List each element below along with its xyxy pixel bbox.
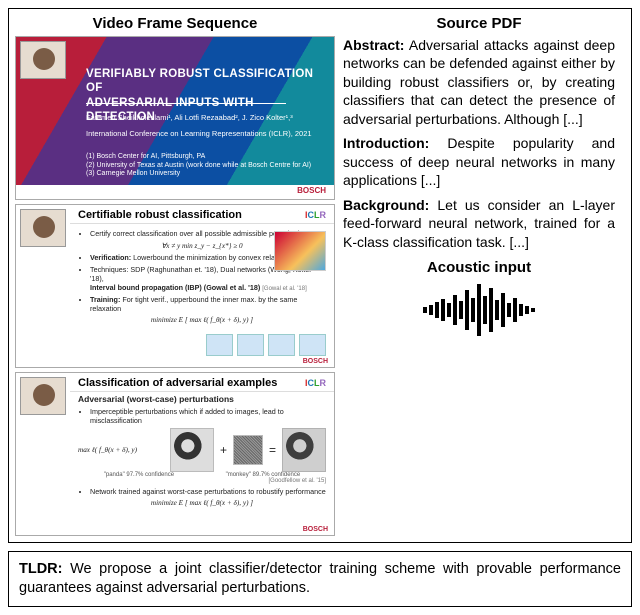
waveform-bar <box>429 305 433 315</box>
slide3-bullet-1: Imperceptible perturbations which if add… <box>90 407 326 425</box>
waveform-bar <box>423 307 427 313</box>
video-frame-3: Classification of adversarial examples I… <box>15 372 335 536</box>
slide2-illustration <box>274 231 326 271</box>
waveform-bar <box>501 293 505 327</box>
pdf-excerpt: Abstract: Adversarial attacks against de… <box>343 36 615 251</box>
figure-main: Video Frame Sequence VERIFIABLY ROBUST C… <box>8 8 632 543</box>
slide1-rule <box>86 103 286 104</box>
slide3-ref: [Goodfellow et al. '15] <box>78 478 326 484</box>
video-frame-1: VERIFIABLY ROBUST CLASSIFICATION OF ADVE… <box>15 36 335 200</box>
waveform-bar <box>507 303 511 317</box>
webcam-thumbnail <box>20 41 66 79</box>
waveform-bar <box>519 304 523 316</box>
iclr-logo: ICLR <box>305 210 326 220</box>
slide3-bullet-2: Network trained against worst-case pertu… <box>90 487 326 496</box>
waveform-bar <box>483 296 487 324</box>
waveform-bar <box>465 290 469 330</box>
noise-patch <box>233 435 263 465</box>
video-column: Video Frame Sequence VERIFIABLY ROBUST C… <box>15 15 335 536</box>
slide2-math-2: minimize E [ max ℓ( f_θ(x + δ), y) ] <box>78 316 326 324</box>
waveform-bar <box>471 298 475 322</box>
bosch-logo: BOSCH <box>303 526 328 533</box>
top-row: Video Frame Sequence VERIFIABLY ROBUST C… <box>15 15 625 536</box>
slide1-footer-bar <box>16 185 334 199</box>
slide2-body: Certifiable robust classification ICLR C… <box>70 205 334 367</box>
waveform-bar <box>489 288 493 332</box>
right-column: Source PDF Abstract: Adversarial attacks… <box>343 15 615 536</box>
slide3-title: Classification of adversarial examples <box>78 377 277 389</box>
tldr-text: We propose a joint classifier/detector t… <box>19 561 621 596</box>
video-frame-2: Certifiable robust classification ICLR C… <box>15 204 335 368</box>
slide3-math-2: minimize E [ max ℓ( f_θ(x + δ), y) ] <box>78 499 326 507</box>
tldr-label: TLDR: <box>19 561 63 577</box>
waveform-bar <box>441 299 445 321</box>
affil-2: (2) University of Texas at Austin (work … <box>86 162 311 169</box>
webcam-thumbnail <box>20 209 66 247</box>
plus-icon: + <box>220 443 227 457</box>
waveform-bar <box>435 302 439 318</box>
slide2-title: Certifiable robust classification <box>78 209 242 221</box>
waveform-bar <box>495 300 499 320</box>
waveform-icon <box>343 282 615 338</box>
equals-icon: = <box>269 443 276 457</box>
slide1-title-l1: VERIFIABLY ROBUST CLASSIFICATION OF <box>86 68 313 94</box>
waveform-bar <box>525 306 529 314</box>
iclr-logo: ICLR <box>305 378 326 388</box>
waveform-bar <box>531 308 535 312</box>
waveform-bar <box>453 295 457 325</box>
video-column-title: Video Frame Sequence <box>15 15 335 32</box>
tldr-box: TLDR: We propose a joint classifier/dete… <box>8 551 632 607</box>
waveform-bar <box>447 303 451 317</box>
webcam-thumbnail <box>20 377 66 415</box>
affil-1: (1) Bosch Center for AI, Pittsburgh, PA <box>86 153 205 160</box>
affil-3: (3) Carnegie Mellon University <box>86 170 180 177</box>
video-thumbnail-stack: VERIFIABLY ROBUST CLASSIFICATION OF ADVE… <box>15 36 335 536</box>
waveform-bar <box>513 298 517 322</box>
bosch-logo: BOSCH <box>303 358 328 365</box>
pdf-column-title: Source PDF <box>343 15 615 32</box>
waveform-bar <box>459 301 463 319</box>
slide2-ibp-diagram <box>206 329 326 361</box>
panda-image-adv <box>282 428 326 472</box>
slide1-authors: Fatemeh Sheikholeslami¹, Ali Lotfi Rezaa… <box>86 113 293 122</box>
slide1-affiliations: (1) Bosch Center for AI, Pittsburgh, PA … <box>86 153 311 179</box>
slide3-math-1: max ℓ( f_θ(x + δ), y) <box>78 446 168 454</box>
abstract-para: Abstract: Adversarial attacks against de… <box>343 36 615 128</box>
slide3-subtitle: Adversarial (worst-case) perturbations <box>78 394 326 404</box>
slide3-content: Adversarial (worst-case) perturbations I… <box>70 392 334 511</box>
panda-image-clean <box>170 428 214 472</box>
waveform-bar <box>477 284 481 336</box>
slide1-conference: International Conference on Learning Rep… <box>86 129 312 138</box>
slide3-body: Classification of adversarial examples I… <box>70 373 334 535</box>
background-para: Background: Let us consider an L-layer f… <box>343 196 615 251</box>
acoustic-title: Acoustic input <box>343 259 615 276</box>
slide2-bullet-4: Training: For tight verif., upperbound t… <box>90 295 326 313</box>
intro-para: Introduction: Despite popularity and suc… <box>343 134 615 189</box>
caption-clean: "panda" 97.7% confidence <box>104 472 174 478</box>
bosch-logo: BOSCH <box>297 186 326 195</box>
